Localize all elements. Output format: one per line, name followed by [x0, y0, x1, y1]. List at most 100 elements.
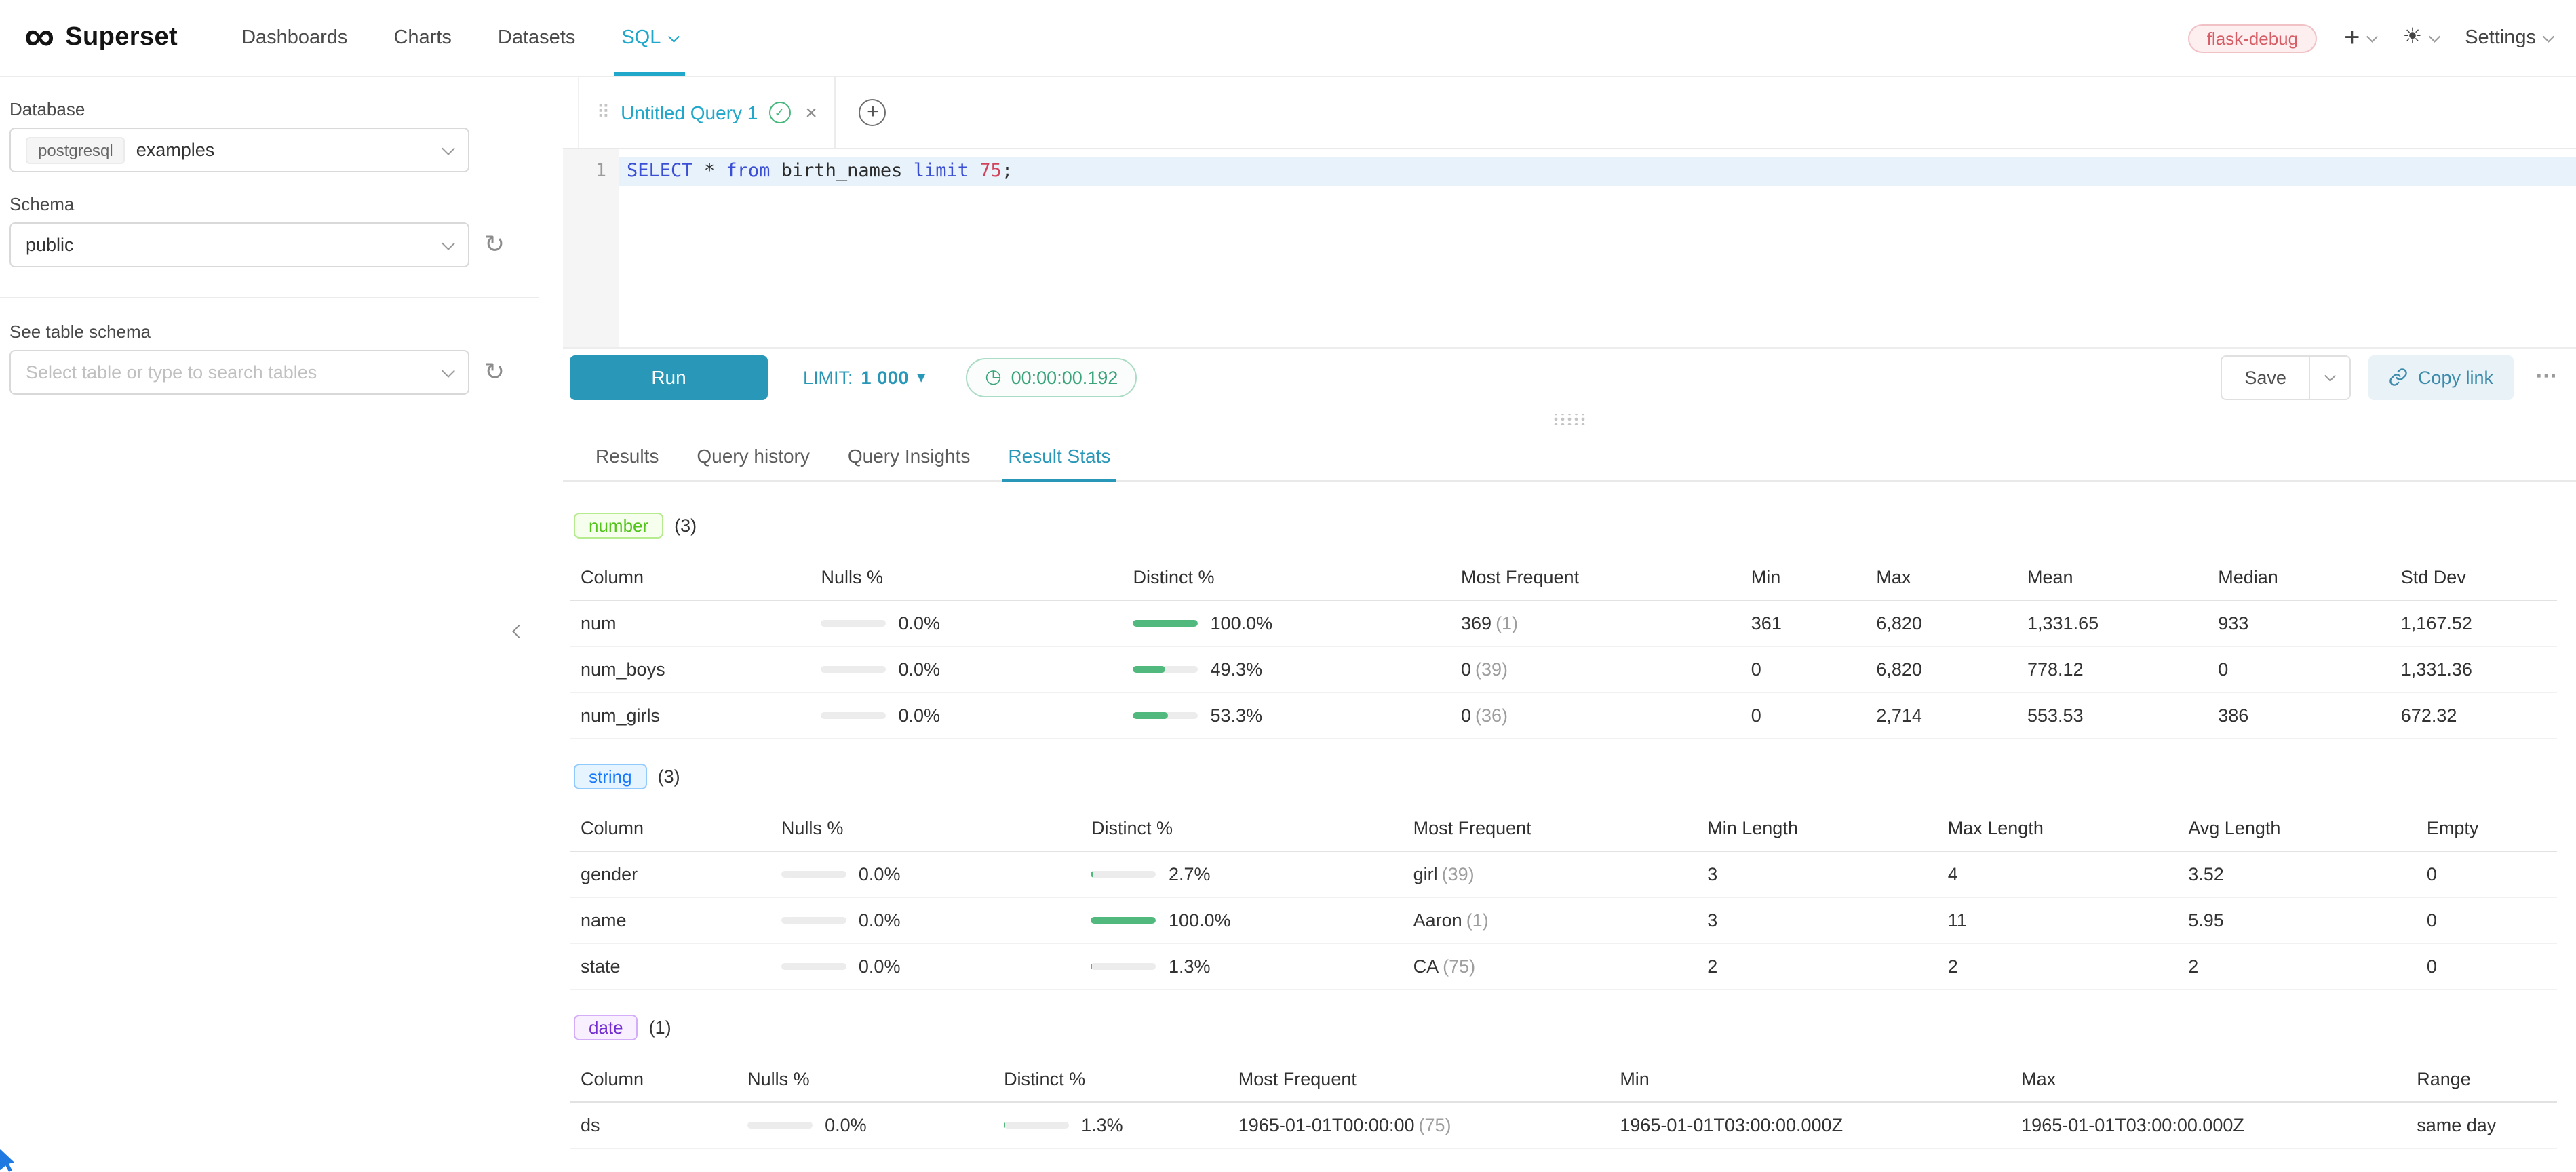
table-schema-label: See table schema — [9, 321, 563, 342]
cell: 0 — [1740, 646, 1866, 692]
col-header: Min Length — [1696, 806, 1937, 851]
cell: 778.12 — [2016, 646, 2207, 692]
limit-dropdown[interactable]: LIMIT: 1 000 ▾ — [803, 367, 925, 387]
type-badge-string: string — [574, 764, 647, 789]
col-header: Most Frequent — [1403, 806, 1697, 851]
table-row: num_boys 0.0% 49.3% 0(39) 0 6,820 778.12… — [570, 646, 2557, 692]
stats-group-date: date (1) Column Nulls % Distinct % Most … — [570, 1015, 2557, 1149]
theme-toggle[interactable]: ☀ — [2403, 27, 2438, 49]
limit-value: 1 000 — [861, 367, 910, 387]
tab-query-insights[interactable]: Query Insights — [829, 431, 990, 480]
nav-sql[interactable]: SQL — [598, 0, 701, 76]
cell: 1,167.52 — [2390, 600, 2557, 646]
col-header: Max — [2010, 1057, 2406, 1102]
editor-gutter: 1 — [563, 149, 619, 347]
refresh-tables-icon[interactable]: ↻ — [484, 360, 505, 385]
col-header: Nulls % — [811, 555, 1123, 600]
most-frequent: Aaron(1) — [1403, 897, 1697, 943]
col-header: Median — [2207, 555, 2390, 600]
query-tab[interactable]: ⠿ Untitled Query 1 ✓ × — [578, 77, 836, 148]
nulls-bar: 0.0% — [747, 1115, 982, 1135]
chevron-down-icon — [442, 236, 455, 250]
add-query-tab-button[interactable]: + — [859, 99, 886, 126]
drag-handle-icon[interactable]: ⠿ — [597, 104, 610, 121]
cell: 3 — [1696, 897, 1937, 943]
main-nav: Dashboards Charts Datasets SQL — [218, 0, 701, 76]
type-count: (3) — [674, 515, 697, 536]
sql-lab-sidebar: Database postgresql examples Schema publ… — [0, 77, 563, 1172]
superset-logo[interactable]: ∞ Superset — [24, 17, 178, 59]
settings-menu[interactable]: Settings — [2465, 27, 2552, 49]
table-row: name 0.0% 100.0% Aaron(1) 3 11 5.95 0 — [570, 897, 2557, 943]
save-dropdown-button[interactable] — [2311, 355, 2351, 399]
column-name: ds — [570, 1102, 737, 1148]
cell: 361 — [1740, 600, 1866, 646]
nulls-bar: 0.0% — [781, 864, 1070, 884]
brand-name: Superset — [65, 23, 178, 53]
new-item-menu[interactable]: + — [2344, 24, 2375, 52]
line-number: 1 — [596, 160, 606, 182]
close-icon[interactable]: × — [805, 102, 817, 123]
group-header: date (1) — [570, 1015, 2557, 1040]
col-header: Range — [2406, 1057, 2557, 1102]
sun-icon: ☀ — [2403, 27, 2423, 49]
cell: 0 — [2416, 851, 2557, 897]
column-name: gender — [570, 851, 770, 897]
editor-resize-handle[interactable] — [563, 406, 2576, 431]
more-options-icon[interactable]: ⋯ — [2535, 366, 2557, 388]
schema-select[interactable]: public — [9, 222, 469, 267]
column-name: num — [570, 600, 811, 646]
string-stats-table: Column Nulls % Distinct % Most Frequent … — [570, 806, 2557, 990]
database-select[interactable]: postgresql examples — [9, 128, 469, 172]
distinct-bar: 2.7% — [1091, 864, 1392, 884]
limit-label: LIMIT: — [803, 367, 853, 387]
copy-link-button[interactable]: Copy link — [2369, 355, 2514, 399]
editor-toolbar: Run LIMIT: 1 000 ▾ ◷ 00:00:00.192 Save — [563, 347, 2576, 406]
save-button[interactable]: Save — [2220, 355, 2311, 399]
col-header: Most Frequent — [1450, 555, 1740, 600]
plus-icon: + — [2344, 24, 2360, 52]
tab-query-history[interactable]: Query history — [678, 431, 829, 480]
collapse-sidebar-handle[interactable] — [507, 617, 529, 644]
schema-label: Schema — [9, 194, 563, 214]
number-stats-table: Column Nulls % Distinct % Most Frequent … — [570, 555, 2557, 739]
distinct-bar: 1.3% — [1091, 956, 1392, 977]
refresh-schemas-icon[interactable]: ↻ — [484, 233, 505, 257]
nulls-bar: 0.0% — [781, 956, 1070, 977]
table-row: ds 0.0% 1.3% 1965-01-01T00:00:00(75) 196… — [570, 1102, 2557, 1148]
nav-datasets[interactable]: Datasets — [475, 0, 598, 76]
database-select-value: examples — [136, 140, 215, 160]
cell: 0 — [1740, 692, 1866, 739]
col-header: Distinct % — [1123, 555, 1450, 600]
cell: 11 — [1937, 897, 2178, 943]
col-header: Nulls % — [770, 806, 1080, 851]
table-select-placeholder: Select table or type to search tables — [26, 362, 317, 383]
clock-icon: ◷ — [985, 368, 1001, 387]
tab-results[interactable]: Results — [577, 431, 678, 480]
run-button[interactable]: Run — [570, 355, 768, 399]
cell: 1965-01-01T03:00:00.000Z — [2010, 1102, 2406, 1148]
navbar: ∞ Superset Dashboards Charts Datasets SQ… — [0, 0, 2576, 77]
nulls-bar: 0.0% — [821, 659, 1112, 680]
cell: same day — [2406, 1102, 2557, 1148]
cell: 0 — [2416, 897, 2557, 943]
editor-code-area[interactable]: SELECT * from birth_names limit 75; — [619, 149, 2576, 347]
tab-result-stats[interactable]: Result Stats — [989, 431, 1129, 480]
settings-label: Settings — [2465, 27, 2536, 49]
stats-group-string: string (3) Column Nulls % Distinct % Mos… — [570, 764, 2557, 990]
schema-select-value: public — [26, 235, 74, 255]
chevron-down-icon — [2366, 31, 2377, 41]
nav-sql-label: SQL — [621, 27, 661, 49]
col-header: Max Length — [1937, 806, 2178, 851]
col-header: Min — [1740, 555, 1866, 600]
nav-charts[interactable]: Charts — [370, 0, 474, 76]
nav-dashboards[interactable]: Dashboards — [218, 0, 370, 76]
sql-code-editor[interactable]: 1 SELECT * from birth_names limit 75; — [563, 149, 2576, 347]
table-select[interactable]: Select table or type to search tables — [9, 350, 469, 395]
code-line-1[interactable]: SELECT * from birth_names limit 75; — [619, 157, 2576, 186]
database-label: Database — [9, 99, 563, 119]
col-header: Std Dev — [2390, 555, 2557, 600]
column-name: num_boys — [570, 646, 811, 692]
chevron-down-icon — [2325, 370, 2336, 380]
workspace: Database postgresql examples Schema publ… — [0, 77, 2576, 1172]
